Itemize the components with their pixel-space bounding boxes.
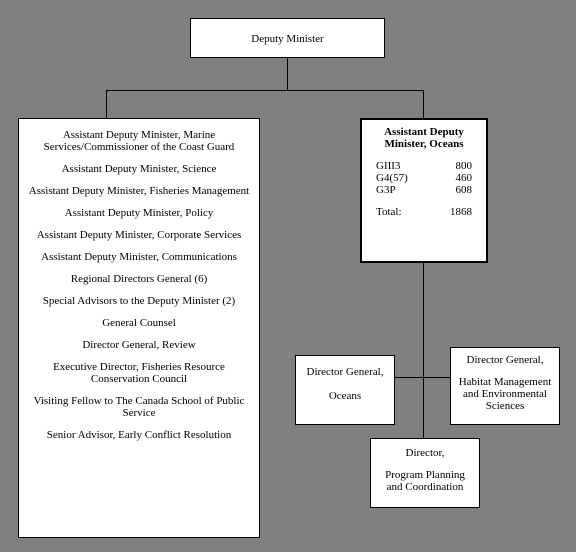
peer-item: Senior Advisor, Early Conflict Resolutio…: [25, 429, 253, 441]
dg-habitat-line1: Director General,: [457, 354, 553, 366]
director-line2: Program Planning and Coordination: [377, 469, 473, 493]
peer-item: Executive Director, Fisheries Resource C…: [25, 361, 253, 385]
adm-row-code: G4(57): [376, 172, 408, 184]
dg-oceans-box: Director General, Oceans: [295, 355, 395, 425]
deputy-minister-label: Deputy Minister: [251, 33, 323, 45]
adm-oceans-title: Assistant Deputy Minister, Oceans: [368, 126, 480, 150]
peer-item: Assistant Deputy Minister, Policy: [25, 207, 253, 219]
peer-item: Assistant Deputy Minister, Corporate Ser…: [25, 229, 253, 241]
peers-list-box: Assistant Deputy Minister, Marine Servic…: [18, 118, 260, 538]
adm-row-value: 460: [456, 172, 473, 184]
peer-item: Assistant Deputy Minister, Marine Servic…: [25, 129, 253, 153]
peer-item: Assistant Deputy Minister, Science: [25, 163, 253, 175]
peer-item: Special Advisors to the Deputy Minister …: [25, 295, 253, 307]
adm-row-code: GIII3: [376, 160, 400, 172]
peer-item: General Counsel: [25, 317, 253, 329]
peer-item: Regional Directors General (6): [25, 273, 253, 285]
dg-habitat-box: Director General, Habitat Management and…: [450, 347, 560, 425]
director-ppc-box: Director, Program Planning and Coordinat…: [370, 438, 480, 508]
dg-oceans-line1: Director General,: [302, 366, 388, 378]
adm-row-value: 608: [456, 184, 473, 196]
adm-total-row: Total: 1868: [368, 206, 480, 218]
adm-row: G3P 608: [368, 184, 480, 196]
adm-total-label: Total:: [376, 206, 402, 218]
director-line1: Director,: [377, 447, 473, 459]
adm-row-code: G3P: [376, 184, 396, 196]
dg-habitat-line2: Habitat Management and Environmental Sci…: [457, 376, 553, 412]
adm-oceans-box: Assistant Deputy Minister, Oceans GIII3 8…: [360, 118, 488, 263]
peer-item: Assistant Deputy Minister, Fisheries Man…: [25, 185, 253, 197]
adm-row-value: 800: [456, 160, 473, 172]
peer-item: Director General, Review: [25, 339, 253, 351]
deputy-minister-box: Deputy Minister: [190, 18, 385, 58]
peer-item: Visiting Fellow to The Canada School of …: [25, 395, 253, 419]
adm-row: GIII3 800: [368, 160, 480, 172]
adm-row: G4(57) 460: [368, 172, 480, 184]
adm-total-value: 1868: [450, 206, 472, 218]
dg-oceans-line2: Oceans: [302, 390, 388, 402]
peer-item: Assistant Deputy Minister, Communication…: [25, 251, 253, 263]
